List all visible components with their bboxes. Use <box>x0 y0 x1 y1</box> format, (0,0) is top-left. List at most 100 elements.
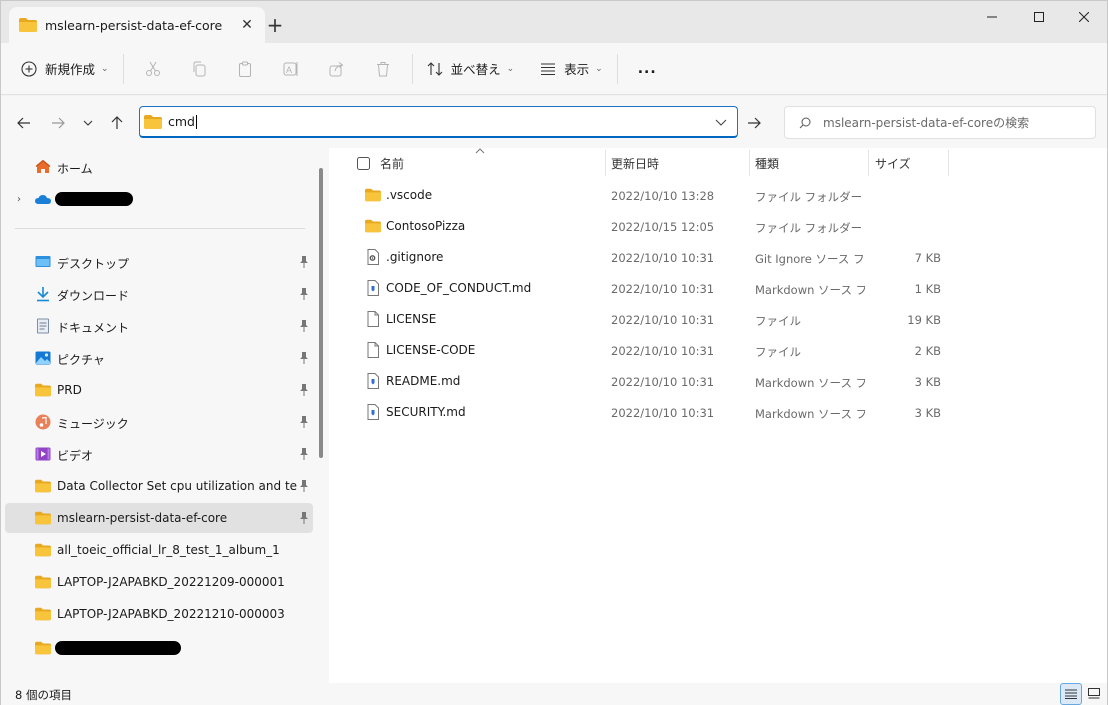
download-icon <box>37 287 49 302</box>
sidebar-item-toeic[interactable]: all_toeic_official_lr_8_test_1_album_1 <box>5 535 313 565</box>
column-divider[interactable] <box>749 150 750 176</box>
file-row[interactable]: LICENSE 2022/10/10 10:31 ファイル 19 KB <box>357 304 947 335</box>
column-divider[interactable] <box>948 150 949 176</box>
file-size: 3 KB <box>914 406 941 420</box>
sidebar-item-label: LAPTOP-J2APABKD_20221209-000001 <box>57 575 285 589</box>
arrow-left-icon <box>17 117 30 129</box>
column-header-type[interactable]: 種類 <box>755 148 779 178</box>
new-button[interactable]: 新規作成 ⌄ <box>13 53 117 85</box>
folder-icon <box>365 219 381 233</box>
tab-close-icon[interactable]: ✕ <box>235 13 259 37</box>
file-row[interactable]: .gitignore 2022/10/10 10:31 Git Ignore ソ… <box>357 242 947 273</box>
file-row[interactable]: README.md 2022/10/10 10:31 Markdown ソース … <box>357 366 947 397</box>
pin-icon[interactable] <box>299 416 309 428</box>
share-button[interactable] <box>314 53 360 85</box>
sidebar-item-home[interactable]: ホーム <box>5 152 313 182</box>
file-type: Markdown ソース フ... <box>755 376 865 390</box>
close-button[interactable] <box>1061 1 1107 33</box>
minimize-button[interactable] <box>969 1 1015 33</box>
sidebar-item-prd[interactable]: PRD <box>5 375 313 405</box>
delete-button[interactable] <box>360 53 406 85</box>
column-header-label: 更新日時 <box>611 156 660 171</box>
copy-button[interactable] <box>176 53 222 85</box>
file-explorer-window: mslearn-persist-data-ef-core ✕ + 新規作成 ⌄ <box>0 0 1108 705</box>
file-icon <box>367 342 379 358</box>
chevron-right-icon[interactable]: › <box>17 194 21 205</box>
cut-button[interactable] <box>130 53 176 85</box>
sidebar-item-laptop-2[interactable]: LAPTOP-J2APABKD_20221210-000003 <box>5 599 313 629</box>
file-row[interactable]: CODE_OF_CONDUCT.md 2022/10/10 10:31 Mark… <box>357 273 947 304</box>
file-date: 2022/10/10 10:31 <box>611 251 715 265</box>
column-divider[interactable] <box>605 150 606 176</box>
sidebar-item-documents[interactable]: ドキュメント <box>5 311 313 341</box>
up-button[interactable] <box>104 110 130 136</box>
file-row[interactable]: LICENSE-CODE 2022/10/10 10:31 ファイル 2 KB <box>357 335 947 366</box>
plus-circle-icon <box>21 60 37 77</box>
pin-icon[interactable] <box>299 320 309 332</box>
sidebar-item-pictures[interactable]: ピクチャ <box>5 343 313 373</box>
chevron-down-icon: ⌄ <box>101 63 109 74</box>
folder-icon <box>144 114 162 129</box>
picture-icon <box>35 351 51 365</box>
sidebar-item-onedrive[interactable]: › <box>5 184 313 214</box>
svg-text:A: A <box>286 65 292 75</box>
file-row[interactable]: SECURITY.md 2022/10/10 10:31 Markdown ソー… <box>357 397 947 428</box>
sidebar-item-label: デスクトップ <box>57 257 130 271</box>
file-row[interactable]: ContosoPizza 2022/10/15 12:05 ファイル フォルダー <box>357 211 947 242</box>
new-tab-button[interactable]: + <box>263 11 287 39</box>
view-list-icon <box>541 63 556 75</box>
rename-button[interactable]: A <box>268 53 314 85</box>
recent-locations-button[interactable] <box>75 110 101 136</box>
column-header-name[interactable]: 名前 <box>357 148 605 178</box>
more-options-button[interactable]: ... <box>624 53 665 85</box>
file-row[interactable]: .vscode 2022/10/10 13:28 ファイル フォルダー <box>357 180 947 211</box>
video-icon <box>35 447 51 461</box>
sidebar-item-data-collector[interactable]: Data Collector Set cpu utilization and t… <box>5 471 313 501</box>
redacted-account-name <box>55 192 133 206</box>
sidebar-item-redacted[interactable] <box>5 633 313 663</box>
address-input[interactable]: cmd <box>168 114 195 129</box>
details-view-button[interactable] <box>1060 683 1082 705</box>
sidebar-item-desktop[interactable]: デスクトップ <box>5 247 313 277</box>
sidebar-item-videos[interactable]: ビデオ <box>5 439 313 469</box>
pin-icon[interactable] <box>299 288 309 300</box>
back-button[interactable] <box>11 110 37 136</box>
file-name: LICENSE <box>386 312 437 326</box>
pin-icon[interactable] <box>299 256 309 268</box>
pin-icon[interactable] <box>299 384 309 396</box>
address-bar[interactable]: cmd <box>139 106 738 138</box>
sidebar-item-downloads[interactable]: ダウンロード <box>5 279 313 309</box>
view-button[interactable]: 表示 ⌄ <box>532 53 611 85</box>
minimize-icon <box>987 16 997 18</box>
tiles-view-button[interactable] <box>1083 683 1105 705</box>
sidebar-scrollbar[interactable] <box>319 168 323 458</box>
sidebar-item-mslearn[interactable]: mslearn-persist-data-ef-core <box>5 503 313 533</box>
forward-button[interactable] <box>45 110 71 136</box>
tiles-view-icon <box>1088 688 1100 699</box>
pin-icon[interactable] <box>299 512 309 524</box>
pin-icon[interactable] <box>299 448 309 460</box>
column-header-date[interactable]: 更新日時 <box>611 148 659 178</box>
title-bar: mslearn-persist-data-ef-core ✕ + <box>1 1 1107 43</box>
pin-icon[interactable] <box>299 480 309 492</box>
markdown-file-icon <box>367 280 379 296</box>
maximize-button[interactable] <box>1016 1 1062 33</box>
paste-button[interactable] <box>222 53 268 85</box>
column-divider[interactable] <box>868 150 869 176</box>
search-box[interactable]: mslearn-persist-data-ef-coreの検索 <box>784 106 1096 139</box>
search-icon <box>799 117 811 128</box>
sort-icon <box>427 61 442 76</box>
chevron-down-icon[interactable] <box>715 115 727 129</box>
tab-active[interactable]: mslearn-persist-data-ef-core ✕ <box>9 7 265 43</box>
sidebar-item-music[interactable]: ミュージック <box>5 407 313 437</box>
select-all-checkbox[interactable] <box>357 156 370 170</box>
sort-button[interactable]: 並べ替え ⌄ <box>419 53 523 85</box>
sidebar-item-laptop-1[interactable]: LAPTOP-J2APABKD_20221209-000001 <box>5 567 313 597</box>
go-button[interactable] <box>741 110 767 136</box>
folder-icon <box>35 575 51 589</box>
toolbar-divider <box>616 53 618 84</box>
column-header-size[interactable]: サイズ <box>875 148 911 178</box>
file-icon <box>367 311 379 327</box>
pin-icon[interactable] <box>299 352 309 364</box>
file-type: ファイル フォルダー <box>755 221 863 235</box>
